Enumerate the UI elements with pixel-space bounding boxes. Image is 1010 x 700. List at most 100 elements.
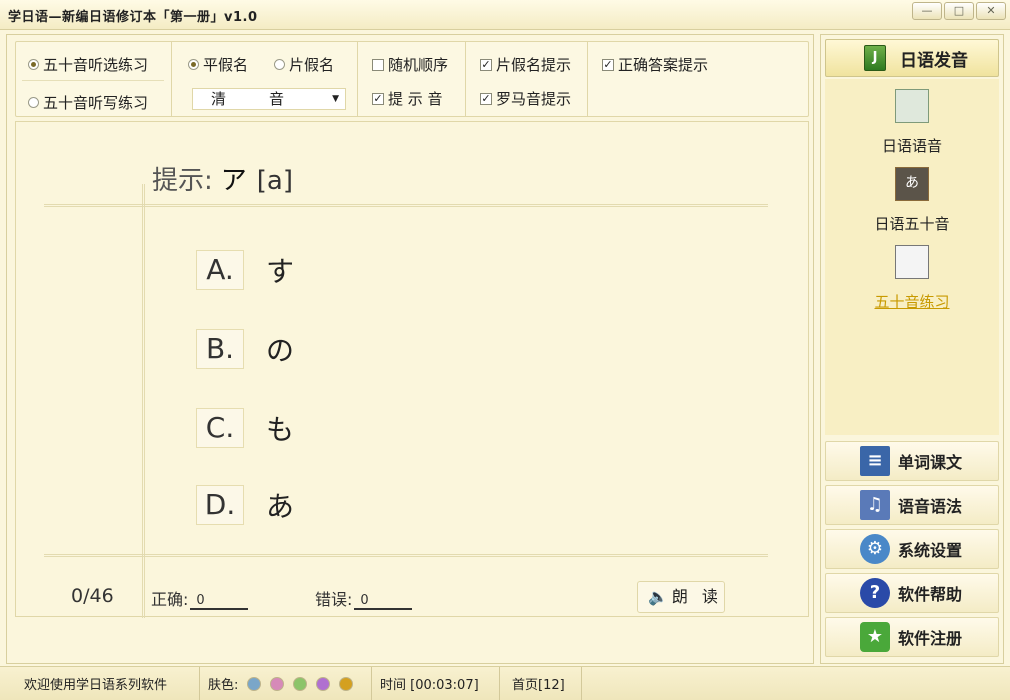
checkbox-checked-icon: ✓: [602, 57, 614, 71]
mode-group: 五十音听选练习 五十音听写练习: [16, 42, 172, 116]
register-icon: ★: [860, 622, 890, 652]
books-icon: ≡: [860, 446, 890, 476]
romaji-hint-checkbox[interactable]: ✓ 罗马音提示: [480, 88, 571, 109]
mode-choice-label: 五十音听选练习: [43, 56, 149, 74]
answer-hint-checkbox[interactable]: ✓ 正确答案提示: [602, 54, 708, 75]
skin-swatch-purple[interactable]: [316, 676, 331, 691]
help-icon: ?: [860, 578, 890, 608]
choice-label[interactable]: D.: [196, 485, 244, 525]
skin-swatch-green[interactable]: [293, 676, 308, 691]
checkbox-checked-icon: ✓: [372, 91, 384, 105]
answer-hint-label: 正确答案提示: [618, 56, 709, 74]
minimize-button[interactable]: —: [912, 2, 942, 20]
read-aloud-label: 朗读: [671, 587, 732, 606]
random-order-checkbox[interactable]: 随机顺序: [372, 54, 448, 75]
elapsed-time: 时间 [00:03:07]: [372, 667, 500, 700]
choice-answer[interactable]: の: [266, 329, 294, 369]
choice-c[interactable]: C. も: [196, 408, 294, 448]
maximize-button[interactable]: □: [944, 2, 974, 20]
hint-label: 提示:: [152, 166, 213, 196]
settings-button[interactable]: ⚙ 系统设置: [825, 529, 999, 569]
option-bar: 五十音听选练习 五十音听写练习 平假名 片假名 清 音 ▼ 随机顺序 ✓ 提 示…: [15, 41, 809, 117]
choice-answer[interactable]: す: [266, 250, 294, 290]
sound-type-select[interactable]: 清 音 ▼: [192, 88, 346, 110]
sidebar-item-label: 日语五十音: [874, 215, 950, 233]
katakana-hint-checkbox[interactable]: ✓ 片假名提示: [480, 54, 571, 75]
sidebar-item-label: 五十音练习: [874, 293, 950, 311]
choice-label[interactable]: A.: [196, 250, 244, 290]
checkbox-icon: [372, 58, 384, 71]
sound-type-value: 清 音: [211, 90, 299, 108]
mode-write-label: 五十音听写练习: [43, 94, 149, 112]
words-lessons-button[interactable]: ≡ 单词课文: [825, 441, 999, 481]
button-label: 系统设置: [898, 541, 963, 560]
music-icon: ♫: [860, 490, 890, 520]
notebook-icon: [895, 89, 929, 123]
katakana-radio[interactable]: 片假名: [274, 54, 334, 75]
choice-label[interactable]: B.: [196, 329, 244, 369]
skin-picker: 肤色:: [200, 667, 372, 700]
radio-selected-icon: [188, 59, 199, 70]
help-button[interactable]: ? 软件帮助: [825, 573, 999, 613]
close-button[interactable]: ✕: [976, 2, 1006, 20]
hint-sound-checkbox[interactable]: ✓ 提 示 音: [372, 88, 443, 109]
order-group: 随机顺序 ✓ 提 示 音: [358, 42, 466, 116]
mode-write-radio[interactable]: 五十音听写练习: [28, 92, 148, 113]
skin-swatch-orange[interactable]: [339, 676, 354, 691]
hint-sound-label: 提 示 音: [388, 90, 443, 108]
katakana-hint-label: 片假名提示: [496, 56, 572, 74]
sidebar-item-label: 日语语音: [881, 137, 942, 155]
romaji-hint-label: 罗马音提示: [496, 90, 572, 108]
worksheet-icon: [895, 245, 929, 279]
random-order-label: 随机顺序: [388, 56, 449, 74]
sidebar-item-pronunciation[interactable]: 日语语音: [825, 89, 999, 156]
divider: [22, 80, 164, 81]
horizontal-rule: [44, 554, 768, 557]
correct-stat: 正确: 0: [151, 586, 249, 610]
hint-line: 提示: ア [a]: [152, 160, 293, 197]
radio-selected-icon: [28, 59, 39, 70]
hiragana-radio[interactable]: 平假名: [188, 54, 248, 75]
checkbox-checked-icon: ✓: [480, 91, 492, 105]
window-title: 学日语—新编日语修订本「第一册」v1.0: [8, 10, 258, 25]
status-bar: 欢迎使用学日语系列软件 肤色: 时间 [00:03:07] 首页[12]: [0, 666, 1010, 700]
mode-choice-radio[interactable]: 五十音听选练习: [28, 54, 148, 75]
wrong-value: 0: [354, 593, 413, 610]
choice-label[interactable]: C.: [196, 408, 244, 448]
choice-answer[interactable]: あ: [266, 485, 294, 525]
vertical-rule: [142, 184, 145, 618]
choice-a[interactable]: A. す: [196, 250, 294, 290]
button-label: 软件注册: [898, 629, 963, 648]
checkbox-checked-icon: ✓: [480, 57, 492, 71]
read-aloud-button[interactable]: 🔈 朗读: [637, 581, 725, 613]
chevron-down-icon: ▼: [332, 94, 339, 104]
sidebar-item-practice[interactable]: 五十音练习: [825, 245, 999, 312]
sidebar: J 日语发音 日语语音 あ 日语五十音 五十音练习 ≡ 单词课文 ♫ 语音语法 …: [820, 34, 1004, 664]
japanese-book-icon: J: [864, 45, 886, 71]
practice-area: 提示: ア [a] A. す B. の C. も D. あ: [15, 121, 809, 618]
correct-value: 0: [190, 593, 249, 610]
hint-romaji: [a]: [256, 166, 294, 196]
sidebar-header[interactable]: J 日语发音: [825, 39, 999, 77]
main-panel: 五十音听选练习 五十音听写练习 平假名 片假名 清 音 ▼ 随机顺序 ✓ 提 示…: [6, 34, 814, 664]
register-button[interactable]: ★ 软件注册: [825, 617, 999, 657]
radio-icon: [28, 97, 39, 108]
hiragana-label: 平假名: [203, 56, 249, 74]
button-label: 语音语法: [898, 497, 963, 516]
window-controls: — □ ✕: [912, 2, 1006, 20]
choice-b[interactable]: B. の: [196, 329, 294, 369]
gears-icon: ⚙: [860, 534, 890, 564]
progress-count: 0/46: [71, 585, 114, 607]
sidebar-item-fifty-sounds[interactable]: あ 日语五十音: [825, 167, 999, 234]
button-label: 软件帮助: [898, 585, 963, 604]
choice-d[interactable]: D. あ: [196, 485, 294, 525]
choice-answer[interactable]: も: [266, 408, 294, 448]
radio-icon: [274, 59, 285, 70]
sidebar-nav: 日语语音 あ 日语五十音 五十音练习: [825, 79, 999, 435]
skin-label: 肤色:: [208, 678, 239, 693]
skin-swatch-pink[interactable]: [270, 676, 285, 691]
sidebar-header-label: 日语发音: [900, 50, 968, 71]
grammar-button[interactable]: ♫ 语音语法: [825, 485, 999, 525]
skin-swatch-blue[interactable]: [247, 676, 262, 691]
page-indicator: 首页[12]: [500, 667, 582, 700]
